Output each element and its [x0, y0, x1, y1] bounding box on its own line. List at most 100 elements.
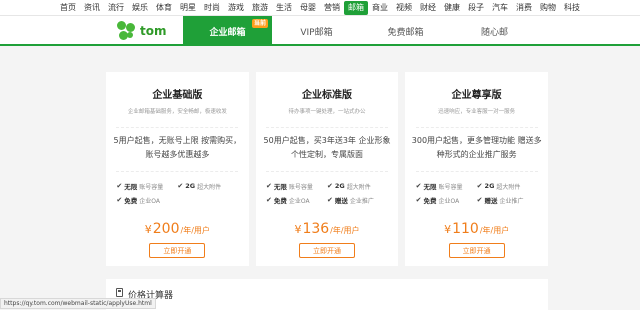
topnav-item[interactable]: 健康 [440, 1, 464, 15]
feature-text: 账号容量 [288, 183, 313, 191]
topnav-item[interactable]: 财经 [416, 1, 440, 15]
price-currency: ¥ [144, 223, 152, 236]
tab-label: 免费邮箱 [387, 27, 424, 38]
plan-features: ✔ 无限 账号容量 ✔ 2G 超大附件 ✔ 免费 企业OA ✔ 赠送 企业推广 [415, 171, 538, 207]
open-now-button[interactable]: 立即开通 [299, 243, 355, 258]
topnav-item[interactable]: 邮箱 [344, 0, 368, 15]
plan-card: 企业尊享版 迅速响应，专业客服一对一服务 300用户起售，更多管理功能 赠送多种形式… [405, 72, 549, 266]
plans: 企业基础版企业邮箱基础服务，安全畅邮，极速收发 5用户起售，无账号上限 按需购买，… [106, 72, 549, 266]
price-value: 110 [452, 221, 479, 237]
topnav-item[interactable]: 首页 [56, 1, 80, 15]
feature-item: ✔ 赠送 企业推广 [327, 195, 388, 205]
topnav-item[interactable]: 流行 [104, 1, 128, 15]
feature-item: ✔ 无限 账号容量 [416, 181, 477, 191]
feature-item: ✔ 无限 账号容量 [266, 181, 327, 191]
plan-price: ¥200/年/用户 [145, 221, 210, 237]
price-currency: ¥ [444, 223, 452, 236]
check-icon: ✔ [266, 196, 272, 204]
tom-logo[interactable]: tom [117, 20, 166, 42]
feature-text: 企业推广 [349, 197, 374, 205]
plan-title: 企业基础版 [152, 90, 203, 101]
plan-features: ✔ 无限 账号容量 ✔ 2G 超大附件 ✔ 免费 企业OA ✔ 赠送 企业推广 [266, 171, 388, 207]
topnav-item[interactable]: 汽车 [488, 1, 512, 15]
feature-strong: 2G [484, 182, 495, 190]
calculator-icon [116, 288, 123, 297]
feature-strong: 免费 [423, 197, 437, 205]
plan-subtitle: 迅速响应，专业客服一对一服务 [438, 109, 516, 115]
feature-strong: 无限 [423, 183, 437, 191]
tab-0[interactable]: 企业邮箱 当前 [183, 16, 272, 46]
tab-badge: 当前 [251, 19, 268, 28]
check-icon: ✔ [177, 182, 184, 190]
feature-strong: 赠送 [484, 197, 498, 205]
feature-item: ✔ 2G 超大附件 [327, 182, 388, 191]
topnav-item[interactable]: 母婴 [296, 1, 320, 15]
feature-strong: 无限 [273, 183, 287, 191]
feature-item: ✔ 无限 账号容量 [116, 181, 177, 191]
topnav-item[interactable]: 旅游 [248, 1, 272, 15]
divider [266, 127, 388, 128]
tab-1[interactable]: VIP邮箱 [272, 16, 361, 46]
feature-text: 企业OA [288, 197, 310, 205]
feature-row: ✔ 免费 企业OA ✔ 赠送 企业推广 [416, 193, 538, 207]
check-icon: ✔ [327, 196, 333, 204]
feature-strong: 赠送 [334, 197, 348, 205]
topnav-item[interactable]: 生活 [272, 1, 296, 15]
plan-title: 企业尊享版 [451, 90, 502, 101]
feature-text: 企业推广 [499, 197, 524, 205]
feature-strong: 2G [185, 182, 196, 190]
plan-subtitle: 企业邮箱基础服务，安全畅邮，极速收发 [127, 109, 227, 115]
price-unit: /年/用户 [330, 226, 360, 235]
topnav-item[interactable]: 明星 [176, 1, 200, 15]
price-value: 200 [152, 221, 180, 237]
topnav-item[interactable]: 科技 [560, 1, 584, 15]
check-icon: ✔ [327, 182, 333, 190]
check-icon: ✔ [476, 182, 483, 190]
feature-item: ✔ 2G 超大附件 [177, 182, 238, 191]
status-url: https://qy.tom.com/webmail-static/applyU… [0, 298, 156, 309]
feature-strong: 2G [334, 182, 345, 190]
feature-text: 企业OA [139, 197, 160, 205]
topnav-item[interactable]: 娱乐 [128, 1, 152, 15]
topnav-item[interactable]: 营销 [320, 1, 344, 15]
plan-price: ¥136/年/用户 [294, 221, 359, 237]
topnav-item[interactable]: 商业 [368, 1, 392, 15]
topnav-item[interactable]: 段子 [464, 1, 488, 15]
tab-2[interactable]: 免费邮箱 [361, 16, 450, 46]
plan-card: 企业标准版待办事项一键处理，一站式办公 50用户起售，买3年送3年 企业形象个性定… [255, 72, 399, 266]
tab-label: 企业邮箱 [209, 27, 246, 38]
check-icon: ✔ [266, 182, 272, 190]
plan-card: 企业基础版企业邮箱基础服务，安全畅邮，极速收发 5用户起售，无账号上限 按需购买，… [106, 72, 249, 266]
topnav-item[interactable]: 视频 [392, 1, 416, 15]
plan-title: 企业标准版 [302, 90, 352, 101]
topnav-item[interactable]: 资讯 [80, 1, 104, 15]
feature-item: ✔ 免费 企业OA [416, 195, 477, 205]
topnav-item[interactable]: 时尚 [200, 1, 224, 15]
feature-text: 企业OA [438, 197, 460, 205]
mail-tabs: 企业邮箱 当前 VIP邮箱 免费邮箱 随心邮 [183, 16, 539, 46]
topnav-item[interactable]: 游戏 [224, 1, 248, 15]
topnav-item[interactable]: 体育 [152, 1, 176, 15]
topnav-item[interactable]: 消费 [512, 1, 536, 15]
check-icon: ✔ [415, 196, 422, 204]
header: tom 企业邮箱 当前 VIP邮箱 免费邮箱 随心邮 [0, 16, 640, 46]
logo-text: tom [140, 24, 167, 38]
feature-text: 账号容量 [438, 183, 463, 191]
plan-description: 50用户起售，买3年送3年 企业形象个性定制，专属版面 [263, 136, 391, 159]
feature-row: ✔ 免费 企业OA ✔ 赠送 企业推广 [266, 193, 388, 207]
topnav-item[interactable]: 购物 [536, 1, 560, 15]
feature-text: 超大附件 [197, 183, 222, 191]
open-now-button[interactable]: 立即开通 [448, 243, 505, 258]
feature-strong: 免费 [124, 197, 138, 205]
plan-subtitle: 待办事项一键处理，一站式办公 [288, 109, 366, 115]
tab-3[interactable]: 随心邮 [450, 16, 539, 46]
feature-item: ✔ 免费 企业OA [116, 195, 177, 205]
price-calculator: 价格计算器 [106, 279, 548, 310]
price-currency: ¥ [294, 223, 302, 236]
plan-description: 5用户起售，无账号上限 按需购买，账号越多优惠越多 [113, 136, 242, 159]
feature-row: ✔ 无限 账号容量 ✔ 2G 超大附件 [116, 179, 238, 193]
feature-item: ✔ 赠送 企业推广 [477, 195, 538, 205]
divider [415, 127, 538, 128]
check-icon: ✔ [476, 196, 483, 204]
open-now-button[interactable]: 立即开通 [149, 243, 206, 258]
